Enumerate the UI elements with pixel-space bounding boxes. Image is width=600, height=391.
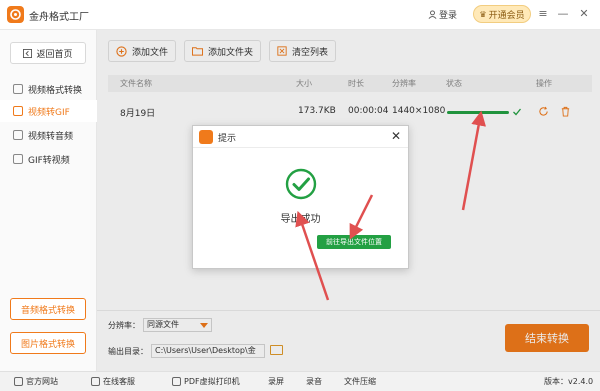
- login-label: 登录: [439, 11, 458, 21]
- app-logo-icon: [7, 6, 24, 23]
- title-bar: 金舟格式工厂 登录 ♛ 开通会员 ≡ — ✕: [0, 0, 600, 30]
- image-format-button[interactable]: 图片格式转换: [10, 332, 86, 354]
- compress-label: 文件压缩: [344, 377, 376, 386]
- home-button[interactable]: 返回首页: [10, 42, 86, 64]
- sidebar-item-video-format[interactable]: 视频格式转换: [0, 78, 97, 100]
- sidebar-item-video-to-gif[interactable]: 视频转GIF: [0, 100, 97, 122]
- footer: 官方网站 在线客服 PDF虚拟打印机 录屏 录音 文件压缩 版本：v2.4.0: [0, 371, 600, 391]
- service-label: 在线客服: [103, 377, 135, 386]
- minimize-icon[interactable]: —: [556, 6, 570, 22]
- record-screen-link[interactable]: 录屏: [268, 376, 284, 387]
- dialog-message: 导出成功: [280, 214, 321, 225]
- version-label: 版本：v2.4.0: [544, 377, 594, 386]
- dialog-logo-icon: [199, 130, 213, 144]
- user-icon: [428, 10, 437, 19]
- pdf-printer-link[interactable]: PDF虚拟打印机: [172, 376, 240, 387]
- sidebar: 返回首页 视频格式转换 视频转GIF 视频转音频 GIF转视频 音频格式转换 图…: [0, 30, 97, 371]
- home-label: 返回首页: [36, 49, 73, 60]
- headset-icon: [91, 377, 100, 386]
- login-button[interactable]: 登录: [428, 8, 457, 21]
- close-icon[interactable]: ✕: [577, 6, 591, 22]
- printer-icon: [172, 377, 181, 386]
- success-dialog: 提示 ✕ 导出成功 前往导出文件位置: [192, 125, 409, 269]
- menu-icon[interactable]: ≡: [536, 6, 550, 22]
- sidebar-item-video-to-audio[interactable]: 视频转音频: [0, 124, 97, 146]
- sidebar-item-gif-to-video[interactable]: GIF转视频: [0, 148, 97, 170]
- vip-label: 开通会员: [488, 10, 525, 21]
- website-label: 官方网站: [26, 377, 58, 386]
- sidebar-item-label: 视频格式转换: [28, 85, 83, 96]
- dialog-close-icon[interactable]: ✕: [391, 129, 401, 143]
- compress-link[interactable]: 文件压缩: [344, 376, 376, 387]
- sidebar-item-label: 视频转GIF: [28, 107, 70, 118]
- video-icon: [13, 84, 23, 94]
- dialog-header: 提示 ✕: [193, 126, 408, 148]
- open-export-location-button[interactable]: 前往导出文件位置: [317, 235, 391, 249]
- app-title: 金舟格式工厂: [29, 12, 89, 23]
- dialog-title: 提示: [218, 134, 237, 144]
- version-text: 版本：v2.4.0: [544, 376, 593, 387]
- record-audio-link[interactable]: 录音: [306, 376, 322, 387]
- gif-video-icon: [13, 154, 23, 164]
- website-link[interactable]: 官方网站: [14, 376, 58, 387]
- service-link[interactable]: 在线客服: [91, 376, 135, 387]
- vip-button[interactable]: ♛ 开通会员: [473, 5, 531, 23]
- success-check-icon: [285, 168, 317, 200]
- sidebar-item-label: GIF转视频: [28, 155, 70, 166]
- audio-format-button[interactable]: 音频格式转换: [10, 298, 86, 320]
- back-icon: [23, 48, 33, 58]
- crown-icon: ♛: [479, 9, 487, 19]
- audio-label: 录音: [306, 377, 322, 386]
- record-label: 录屏: [268, 377, 284, 386]
- pdf-label: PDF虚拟打印机: [184, 377, 240, 386]
- sidebar-item-label: 视频转音频: [28, 131, 74, 142]
- gif-icon: [13, 106, 23, 116]
- home-icon: [14, 377, 23, 386]
- audio-icon: [13, 130, 23, 140]
